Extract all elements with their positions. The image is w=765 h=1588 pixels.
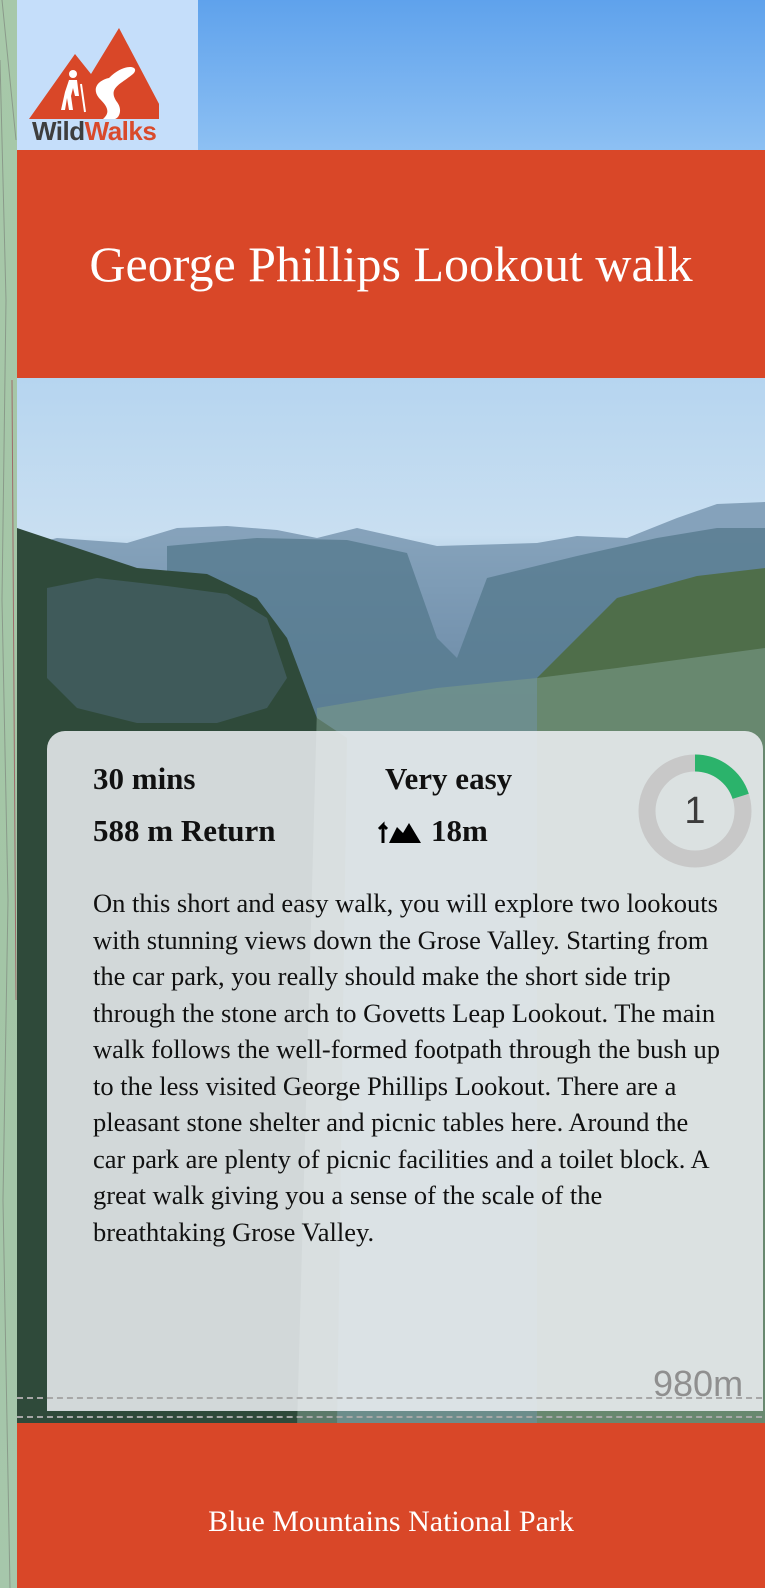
- elevation-gain-icon: [377, 821, 421, 843]
- walk-description: On this short and easy walk, you will ex…: [93, 888, 721, 1247]
- walk-difficulty: Very easy: [385, 761, 513, 796]
- logo-word-walks: Walks: [84, 116, 157, 146]
- mountain-hiker-icon: [29, 28, 159, 119]
- map-edge: [0, 0, 17, 1588]
- logo-text: WildWalks: [32, 116, 157, 147]
- walk-duration: 30 mins: [93, 761, 196, 796]
- grade-number: 1: [684, 789, 706, 832]
- max-altitude-label: 980m: [653, 1363, 744, 1404]
- walk-elevation: 18m: [377, 813, 488, 849]
- logo-word-wild: Wild: [32, 116, 85, 146]
- park-name[interactable]: Blue Mountains National Park: [17, 1505, 765, 1539]
- footer-banner: Blue Mountains National Park: [17, 1423, 765, 1588]
- grade-ring: 1: [637, 753, 753, 869]
- walk-distance: 588 m Return: [93, 813, 276, 848]
- wildwalks-logo[interactable]: WildWalks: [17, 0, 198, 150]
- page-title: George Phillips Lookout walk: [89, 236, 693, 292]
- elevation-gain-value: 18m: [431, 813, 488, 848]
- elevation-profile-bottom-line: [17, 1416, 765, 1418]
- walk-page: WildWalks George Phillips Lookout walk 3…: [17, 0, 765, 1588]
- walk-summary-card: 30 mins Very easy 588 m Return 18m 1 On …: [47, 731, 763, 1411]
- title-banner: George Phillips Lookout walk: [17, 150, 765, 378]
